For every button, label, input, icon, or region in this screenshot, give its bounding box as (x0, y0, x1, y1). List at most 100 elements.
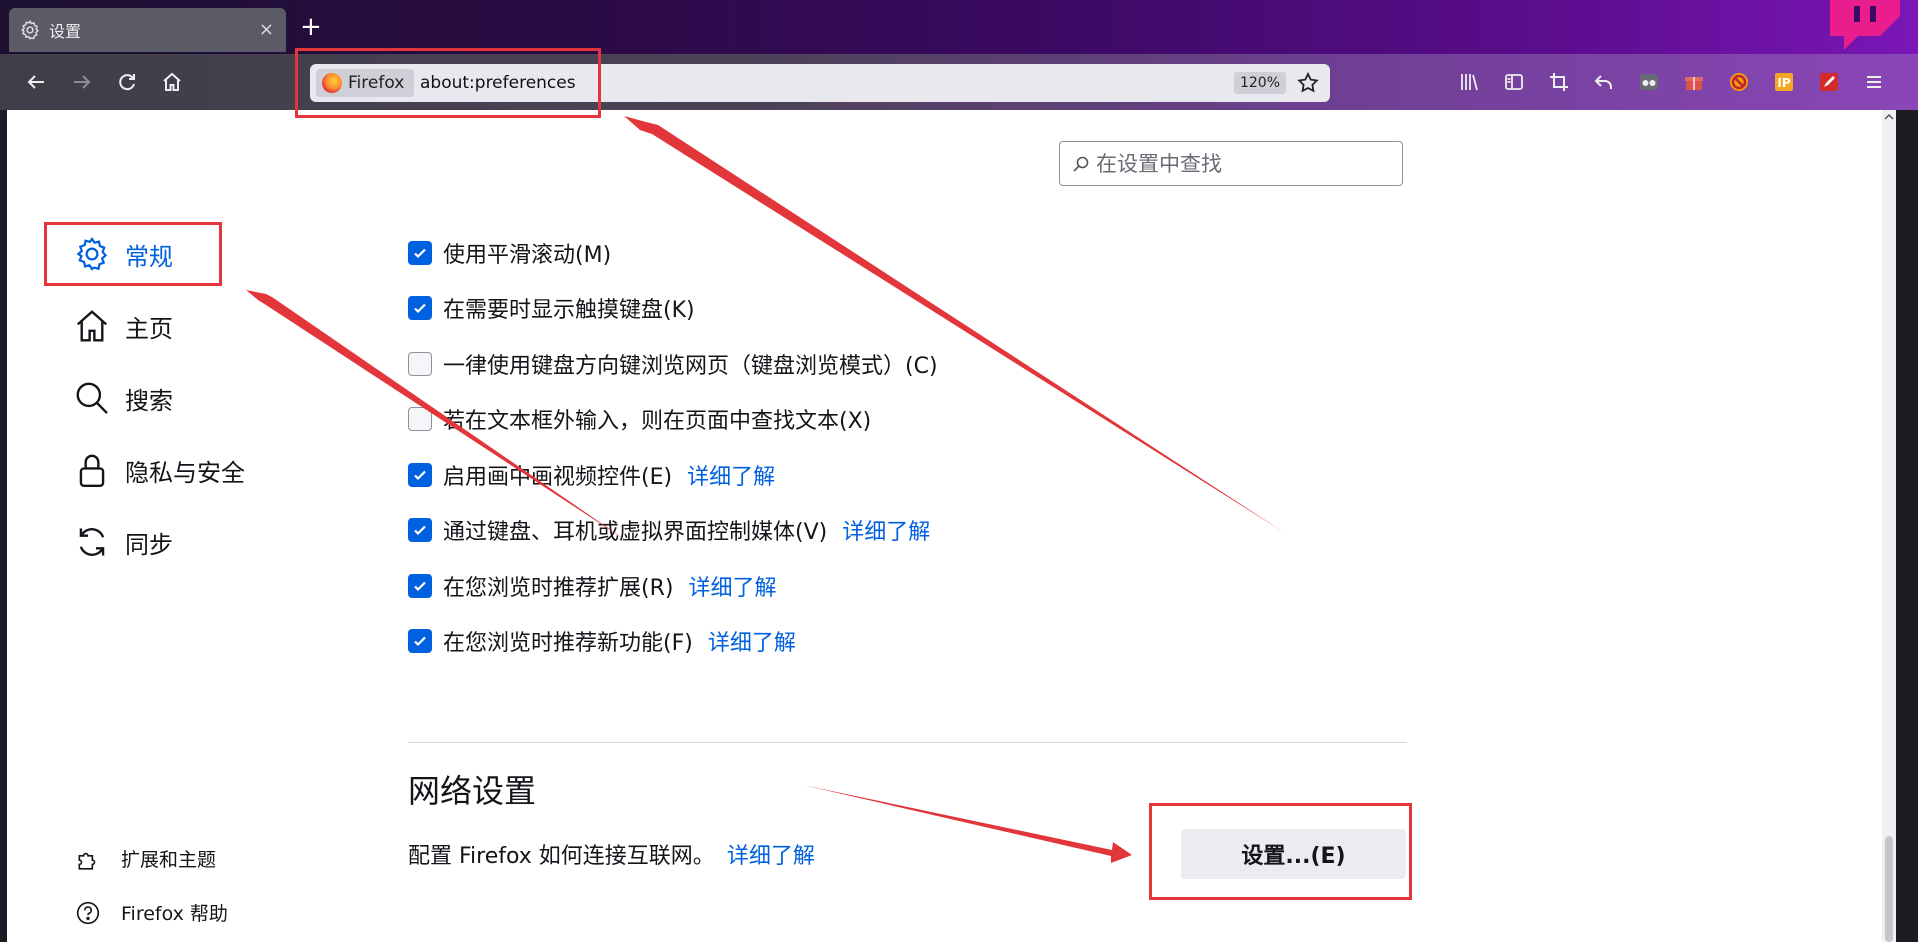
sidebar-icon (1505, 74, 1523, 90)
option-label: 在您浏览时推荐新功能(F) (443, 631, 693, 656)
lock-icon (79, 454, 105, 488)
tab-settings[interactable]: 设置 × (9, 8, 286, 52)
gear-icon (20, 20, 39, 40)
checkmark-icon (414, 581, 426, 592)
checkbox-unchecked[interactable] (408, 352, 432, 376)
checkbox-checked[interactable] (408, 463, 432, 487)
checkbox-checked[interactable] (408, 296, 432, 320)
arrow-left-icon (27, 75, 44, 89)
gift-icon (1685, 77, 1703, 90)
option-search-on-typing[interactable]: 若在文本框外输入，则在页面中查找文本(X) (408, 403, 871, 435)
new-tab-button[interactable]: + (300, 14, 322, 40)
tab-title: 设置 (49, 22, 82, 41)
option-label: 使用平滑滚动(M) (443, 243, 612, 268)
sync-icon (79, 528, 105, 556)
option-label: 在您浏览时推荐扩展(R) (443, 576, 674, 601)
scroll-up-icon[interactable] (1883, 111, 1895, 123)
annotation-box-general (44, 222, 222, 286)
arrow-right-icon (74, 75, 91, 89)
glasses-icon (1640, 74, 1658, 90)
undo-icon (1594, 75, 1612, 89)
option-media-control[interactable]: 通过键盘、耳机或虚拟界面控制媒体(V) 详细了解 (408, 514, 930, 546)
forward-button[interactable] (68, 68, 96, 96)
checkmark-icon (414, 636, 426, 647)
sidebar-link-label: 扩展和主题 (121, 849, 217, 871)
option-label: 若在文本框外输入，则在页面中查找文本(X) (443, 409, 872, 434)
option-caret-browsing[interactable]: 一律使用键盘方向键浏览网页（键盘浏览模式）(C) (408, 348, 938, 380)
section-divider (408, 742, 1407, 743)
reader-extension-button[interactable] (1635, 68, 1663, 96)
undo-extension-button[interactable] (1590, 68, 1618, 96)
sidebar-item-sync[interactable]: 同步 (73, 522, 173, 562)
option-label: 一律使用键盘方向键浏览网页（键盘浏览模式）(C) (443, 354, 938, 379)
window-edge-right (1896, 110, 1918, 942)
option-smooth-scrolling[interactable]: 使用平滑滚动(M) (408, 237, 611, 269)
learn-more-link[interactable]: 详细了解 (687, 459, 775, 491)
home-icon (163, 72, 181, 91)
sidebar-button[interactable] (1500, 68, 1528, 96)
hamburger-menu-icon (1867, 76, 1881, 88)
network-settings-heading: 网络设置 (408, 772, 537, 810)
sidebar-item-label: 主页 (125, 314, 173, 343)
scrollbar-thumb[interactable] (1885, 836, 1893, 942)
svg-text:IP: IP (1777, 76, 1790, 90)
reload-button[interactable] (113, 68, 141, 96)
sidebar-link-help[interactable]: Firefox 帮助 (75, 899, 228, 926)
checkmark-icon (414, 248, 426, 259)
option-label: 启用画中画视频控件(E) (443, 465, 673, 490)
learn-more-link[interactable]: 详细了解 (708, 625, 796, 657)
ip-extension-button[interactable]: IP (1770, 68, 1798, 96)
screenshot-button[interactable] (1545, 68, 1573, 96)
library-icon (1461, 74, 1478, 91)
option-label: 通过键盘、耳机或虚拟界面控制媒体(V) (443, 520, 828, 545)
sidebar-item-home[interactable]: 主页 (73, 306, 173, 346)
home-button[interactable] (158, 68, 186, 96)
tab-close-button[interactable]: × (259, 19, 274, 40)
sidebar-item-label: 搜索 (125, 386, 173, 415)
settings-search-box[interactable] (1059, 141, 1403, 186)
reload-icon (119, 74, 135, 91)
annotation-box-url (295, 48, 601, 118)
checkbox-checked[interactable] (408, 518, 432, 542)
scrollbar[interactable] (1882, 110, 1896, 942)
blocker-extension-button[interactable] (1725, 68, 1753, 96)
checkbox-checked[interactable] (408, 241, 432, 265)
settings-search-input[interactable] (1094, 148, 1398, 180)
option-label: 在需要时显示触摸键盘(K) (443, 298, 695, 323)
window-edge (0, 110, 7, 942)
search-icon (76, 382, 108, 414)
home-icon (76, 310, 108, 342)
checkbox-checked[interactable] (408, 574, 432, 598)
zoom-indicator[interactable]: 120% (1234, 72, 1286, 94)
preferences-page (7, 110, 1882, 942)
checkbox-unchecked[interactable] (408, 407, 432, 431)
option-touch-keyboard[interactable]: 在需要时显示触摸键盘(K) (408, 292, 695, 324)
block-icon (1730, 73, 1748, 91)
option-picture-in-picture[interactable]: 启用画中画视频控件(E) 详细了解 (408, 459, 775, 491)
learn-more-link[interactable]: 详细了解 (727, 844, 815, 869)
twitch-logo-icon (1830, 0, 1900, 50)
pen-icon (1820, 73, 1838, 91)
option-recommend-features[interactable]: 在您浏览时推荐新功能(F) 详细了解 (408, 625, 796, 657)
sidebar-item-privacy[interactable]: 隐私与安全 (73, 450, 245, 490)
sidebar-link-addons[interactable]: 扩展和主题 (75, 845, 216, 872)
star-icon[interactable] (1296, 71, 1320, 95)
gift-extension-button[interactable] (1680, 68, 1708, 96)
pen-extension-button[interactable] (1815, 68, 1843, 96)
sidebar-item-search[interactable]: 搜索 (73, 378, 173, 418)
search-icon (1073, 156, 1089, 172)
option-recommend-extensions[interactable]: 在您浏览时推荐扩展(R) 详细了解 (408, 570, 776, 602)
navigation-toolbar: Firefox about:preferences 120% IP (0, 54, 1918, 110)
sidebar-item-label: 隐私与安全 (125, 458, 245, 487)
menu-button[interactable] (1860, 68, 1888, 96)
checkmark-icon (414, 303, 426, 314)
checkbox-checked[interactable] (408, 629, 432, 653)
back-button[interactable] (22, 68, 50, 96)
library-button[interactable] (1455, 68, 1483, 96)
annotation-box-settings-button (1149, 803, 1412, 900)
crop-icon (1550, 73, 1568, 91)
ip-badge-icon: IP (1775, 73, 1793, 91)
learn-more-link[interactable]: 详细了解 (688, 570, 776, 602)
tab-strip: 设置 × + (0, 0, 1918, 54)
learn-more-link[interactable]: 详细了解 (842, 514, 930, 546)
